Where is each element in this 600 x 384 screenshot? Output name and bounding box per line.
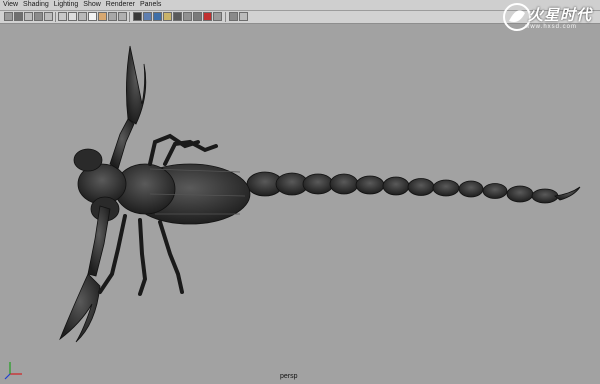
grid-icon[interactable] [44, 12, 53, 21]
field-chart-icon[interactable] [163, 12, 172, 21]
menu-renderer[interactable]: Renderer [103, 0, 137, 10]
textured-icon[interactable] [78, 12, 87, 21]
watermark-title: 火星时代 [528, 7, 593, 24]
isolate-icon[interactable] [118, 12, 127, 21]
light-icon[interactable] [88, 12, 97, 21]
perspective-viewport[interactable]: persp [0, 24, 600, 384]
maya-viewport-window: View Shading Lighting Show Renderer Pane… [0, 0, 600, 384]
menu-shading[interactable]: Shading [20, 0, 51, 10]
toolbar-separator [129, 12, 130, 22]
menu-panels[interactable]: Panels [137, 0, 163, 10]
hud-icon[interactable] [133, 12, 142, 21]
smooth-shade-icon[interactable] [68, 12, 77, 21]
layout-icon[interactable] [239, 12, 248, 21]
bookmark-icon[interactable] [24, 12, 33, 21]
safe-title-icon[interactable] [183, 12, 192, 21]
xray-icon[interactable] [108, 12, 117, 21]
wireframe-icon[interactable] [58, 12, 67, 21]
select-camera-icon[interactable] [4, 12, 13, 21]
resolution-gate-icon[interactable] [143, 12, 152, 21]
scorpion-pincer-bottom [59, 205, 111, 343]
image-plane-icon[interactable] [34, 12, 43, 21]
safe-action-icon[interactable] [173, 12, 182, 21]
bounding-box-icon[interactable] [213, 12, 222, 21]
shaded-box-icon[interactable] [193, 12, 202, 21]
menu-lighting[interactable]: Lighting [51, 0, 81, 10]
red-sphere-icon[interactable] [203, 12, 212, 21]
menu-view[interactable]: View [0, 0, 20, 10]
toolbar-separator [55, 12, 56, 22]
scorpion-model [59, 45, 581, 343]
scorpion-tail [246, 171, 581, 204]
watermark-url: www.hxsd.com [525, 24, 578, 30]
axis-indicator-icon [4, 362, 22, 380]
toolbar-separator [225, 12, 226, 22]
film-gate-icon[interactable] [153, 12, 162, 21]
camera-name-label: persp [280, 373, 298, 380]
camera-attrs-icon[interactable] [14, 12, 23, 21]
menu-show[interactable]: Show [80, 0, 103, 10]
scorpion-pincer-top [109, 45, 147, 170]
camera-icon[interactable] [229, 12, 238, 21]
shadow-icon[interactable] [98, 12, 107, 21]
